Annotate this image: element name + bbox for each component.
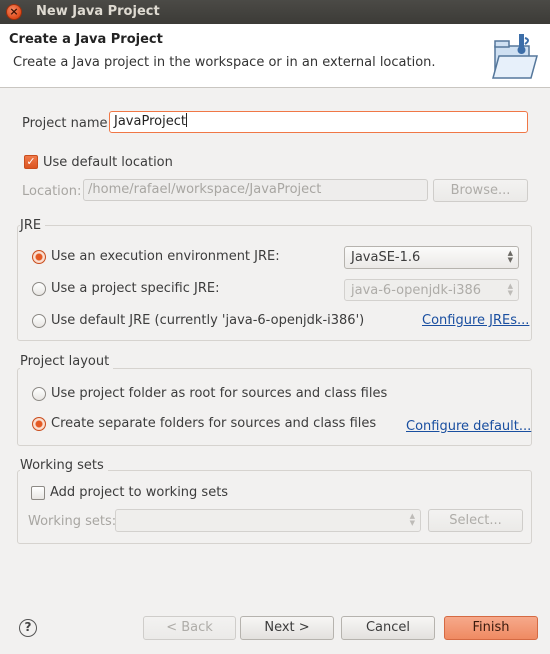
jre-env-select-value: JavaSE-1.6 [351,250,421,265]
project-name-value: JavaProject [114,114,186,129]
configure-default-link[interactable]: Configure default... [406,419,531,434]
working-sets-select[interactable]: ▲ ▼ [115,509,421,532]
select-arrows-icon: ▲ ▼ [507,282,513,297]
select-arrows-icon: ▲ ▼ [409,512,415,527]
close-icon[interactable]: × [6,4,22,20]
jre-default-radio[interactable] [32,314,46,328]
use-default-location-label: Use default location [43,155,173,170]
configure-jres-link[interactable]: Configure JREs... [422,313,529,328]
jre-default-label: Use default JRE (currently 'java-6-openj… [51,313,365,328]
title-bar: × New Java Project [0,0,550,24]
location-input[interactable]: /home/rafael/workspace/JavaProject [83,179,428,201]
finish-button[interactable]: Finish [444,616,538,640]
jre-specific-label: Use a project specific JRE: [51,281,220,296]
jre-env-select[interactable]: JavaSE-1.6 ▲ ▼ [344,246,519,269]
wizard-banner: Create a Java Project Create a Java proj… [0,24,550,88]
working-sets-group-title: Working sets [20,458,108,473]
project-name-input[interactable]: JavaProject [109,111,528,133]
layout-separate-label: Create separate folders for sources and … [51,416,377,431]
location-label: Location: [22,184,82,199]
use-default-location-checkbox[interactable]: ✓ [24,155,38,169]
jre-group-title: JRE [20,218,46,233]
jre-specific-select[interactable]: java-6-openjdk-i386 ▲ ▼ [344,279,519,301]
text-caret [185,113,187,127]
working-sets-group [17,470,532,544]
folder-icon [492,34,538,79]
banner-title: Create a Java Project [9,32,163,47]
working-sets-label: Working sets: [28,514,117,529]
back-button[interactable]: < Back [143,616,236,640]
project-name-label: Project name: [22,116,112,131]
next-button[interactable]: Next > [240,616,334,640]
project-layout-group [17,368,532,446]
layout-root-radio[interactable] [32,387,46,401]
window-title: New Java Project [36,4,160,19]
add-to-working-sets-label: Add project to working sets [50,485,229,500]
help-icon[interactable]: ? [19,619,37,637]
cancel-button[interactable]: Cancel [341,616,435,640]
project-layout-group-title: Project layout [20,354,114,369]
banner-description: Create a Java project in the workspace o… [13,55,436,70]
jre-specific-select-value: java-6-openjdk-i386 [351,283,482,298]
add-to-working-sets-checkbox[interactable] [31,486,45,500]
jre-specific-radio[interactable] [32,282,46,296]
jre-env-radio[interactable] [32,250,46,264]
layout-separate-radio[interactable] [32,417,46,431]
select-working-sets-button[interactable]: Select... [428,509,523,532]
layout-root-label: Use project folder as root for sources a… [51,386,388,401]
browse-button[interactable]: Browse... [433,179,528,202]
select-arrows-icon: ▲ ▼ [507,249,513,264]
jre-env-label: Use an execution environment JRE: [51,249,280,264]
